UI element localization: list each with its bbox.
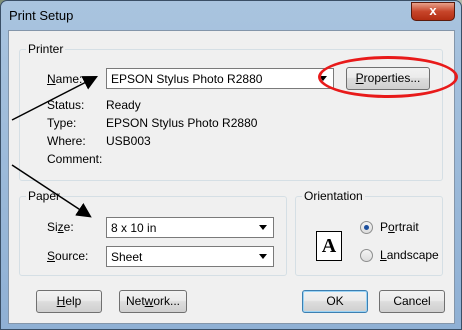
comment-label: Comment:: [47, 152, 103, 166]
portrait-document-icon: A: [316, 231, 342, 261]
title-bar[interactable]: Print Setup x: [1, 1, 461, 29]
orientation-group: Orientation A Portrait Landscape: [295, 189, 443, 276]
size-label: Size:: [47, 220, 74, 234]
ok-button[interactable]: OK: [302, 290, 368, 313]
paper-group-label: Paper: [26, 189, 63, 203]
help-button[interactable]: Help: [36, 290, 102, 313]
status-label: Status:: [47, 98, 85, 112]
paper-size-select[interactable]: 8 x 10 in: [106, 217, 274, 238]
document-icon-letter: A: [321, 235, 337, 257]
properties-highlight-oval: [318, 56, 458, 98]
name-label: Name:: [47, 72, 83, 86]
window-title: Print Setup: [9, 8, 74, 23]
network-button[interactable]: Network...: [119, 290, 187, 313]
chevron-down-icon: [259, 225, 267, 230]
portrait-label[interactable]: Portrait: [380, 220, 419, 234]
type-value: EPSON Stylus Photo R2880: [106, 116, 258, 130]
where-value: USB003: [106, 134, 151, 148]
landscape-label[interactable]: Landscape: [380, 248, 439, 262]
paper-source-value: Sheet: [111, 250, 143, 264]
portrait-radio[interactable]: [360, 221, 373, 234]
where-label: Where:: [47, 134, 86, 148]
printer-name-value: EPSON Stylus Photo R2880: [111, 72, 263, 86]
paper-group: Paper Size: 8 x 10 in Source: Sheet: [19, 189, 287, 276]
close-button[interactable]: x: [411, 2, 455, 21]
printer-name-select[interactable]: EPSON Stylus Photo R2880: [106, 68, 334, 89]
chevron-down-icon: [259, 254, 267, 259]
status-value: Ready: [106, 98, 141, 112]
close-icon: x: [429, 3, 437, 18]
type-label: Type:: [47, 116, 77, 130]
landscape-radio[interactable]: [360, 249, 373, 262]
source-label: Source:: [47, 249, 89, 263]
print-setup-window: Print Setup x Printer Name: EPSON Stylus…: [0, 0, 462, 330]
paper-source-select[interactable]: Sheet: [106, 246, 274, 267]
printer-group-label: Printer: [26, 42, 66, 56]
paper-size-value: 8 x 10 in: [111, 221, 157, 235]
orientation-group-label: Orientation: [302, 189, 365, 203]
cancel-button[interactable]: Cancel: [379, 290, 445, 313]
